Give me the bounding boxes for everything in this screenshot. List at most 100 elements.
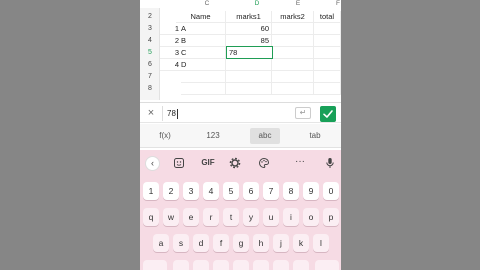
cell-c3[interactable]: A [181,23,226,35]
key-9[interactable]: 9 [303,182,319,200]
key-c[interactable] [213,260,229,270]
key-t[interactable]: t [223,208,239,226]
cell-e4[interactable] [272,35,314,47]
cell-f3[interactable]: 70 [314,23,341,35]
cell-f6[interactable] [314,59,341,71]
cell-d7[interactable] [226,71,272,83]
cell-e2[interactable]: marks2 [272,11,314,23]
key-k[interactable]: k [293,234,309,252]
cell-b4[interactable]: 2 [160,35,181,47]
key-q[interactable]: q [143,208,159,226]
key-l[interactable]: l [313,234,329,252]
cell-d3[interactable]: 60 [226,23,272,35]
row-number[interactable]: 6 [140,59,160,71]
formula-input[interactable]: 78 [162,106,287,121]
column-header-d[interactable]: D [247,0,267,8]
back-icon[interactable]: ‹ [145,156,160,171]
key-x[interactable] [193,260,209,270]
key-0[interactable]: 0 [323,182,339,200]
key-y[interactable]: y [243,208,259,226]
column-header-c[interactable]: C [197,0,217,8]
gif-button[interactable]: GIF [198,155,218,171]
key-g[interactable]: g [233,234,249,252]
key-7[interactable]: 7 [263,182,279,200]
cell-e5[interactable] [272,47,314,59]
cell-f5[interactable] [314,47,341,59]
tab-function[interactable]: f(x) [152,128,178,144]
backspace-key[interactable] [315,260,339,270]
cell-f4[interactable]: 90 [314,35,341,47]
enter-icon[interactable]: ↵ [295,107,311,119]
tab-tab[interactable]: tab [304,128,326,144]
key-w[interactable]: w [163,208,179,226]
key-6[interactable]: 6 [243,182,259,200]
cell-c8[interactable] [181,83,226,95]
table-row: 2 Name marks1 marks2 total [140,11,341,23]
cell-c5[interactable]: C [181,47,226,59]
keyboard-toolbar: ‹ GIF ··· [140,150,341,177]
cell-e6[interactable] [272,59,314,71]
palette-glyph [259,157,270,169]
microphone-icon[interactable] [323,155,337,171]
key-i[interactable]: i [283,208,299,226]
cell-e3[interactable] [272,23,314,35]
key-u[interactable]: u [263,208,279,226]
shift-key[interactable] [143,260,167,270]
cell-c6[interactable]: D [181,59,226,71]
key-d[interactable]: d [193,234,209,252]
key-n[interactable] [273,260,289,270]
key-8[interactable]: 8 [283,182,299,200]
key-2[interactable]: 2 [163,182,179,200]
cell-d2[interactable]: marks1 [226,11,272,23]
key-b[interactable] [253,260,269,270]
key-p[interactable]: p [323,208,339,226]
cell-b3[interactable]: 1 [160,23,181,35]
column-header-f[interactable]: F [333,0,341,8]
cell-c2[interactable]: Name [176,11,226,23]
cell-e8[interactable] [272,83,314,95]
check-icon[interactable] [320,106,336,122]
key-1[interactable]: 1 [143,182,159,200]
column-header-e[interactable]: E [288,0,308,8]
key-f[interactable]: f [213,234,229,252]
key-v[interactable] [233,260,249,270]
key-5[interactable]: 5 [223,182,239,200]
close-icon[interactable]: × [144,106,158,120]
row-number[interactable]: 2 [140,11,160,23]
key-e[interactable]: e [183,208,199,226]
key-o[interactable]: o [303,208,319,226]
row-number[interactable]: 4 [140,35,160,47]
key-j[interactable]: j [273,234,289,252]
cell-d8[interactable] [226,83,272,95]
cell-e7[interactable] [272,71,314,83]
key-s[interactable]: s [173,234,189,252]
row-number[interactable]: 5 [140,47,160,59]
key-4[interactable]: 4 [203,182,219,200]
cell-b6[interactable]: 4 [160,59,181,71]
key-m[interactable] [293,260,309,270]
table-row: 3 1 A 60 70 [140,23,341,35]
cell-f2[interactable]: total [314,11,341,23]
key-z[interactable] [173,260,189,270]
cell-b5[interactable]: 3 [160,47,181,59]
key-r[interactable]: r [203,208,219,226]
sticker-icon[interactable] [172,155,186,171]
palette-icon[interactable] [257,155,271,171]
more-icon[interactable]: ··· [293,155,307,171]
active-cell-d5[interactable]: 78 [226,46,273,59]
tab-alpha[interactable]: abc [250,128,280,144]
key-3[interactable]: 3 [183,182,199,200]
cell-d6[interactable] [226,59,272,71]
cell-c7[interactable] [181,71,226,83]
cell-f7[interactable] [314,71,341,83]
cell-f8[interactable] [314,83,341,95]
key-a[interactable]: a [153,234,169,252]
row-number[interactable]: 3 [140,23,160,35]
key-h[interactable]: h [253,234,269,252]
text-cursor [176,108,178,119]
row-number[interactable]: 8 [140,83,160,95]
row-number[interactable]: 7 [140,71,160,83]
tab-numeric[interactable]: 123 [202,128,224,144]
gear-icon[interactable] [228,155,242,171]
cell-c4[interactable]: B [181,35,226,47]
